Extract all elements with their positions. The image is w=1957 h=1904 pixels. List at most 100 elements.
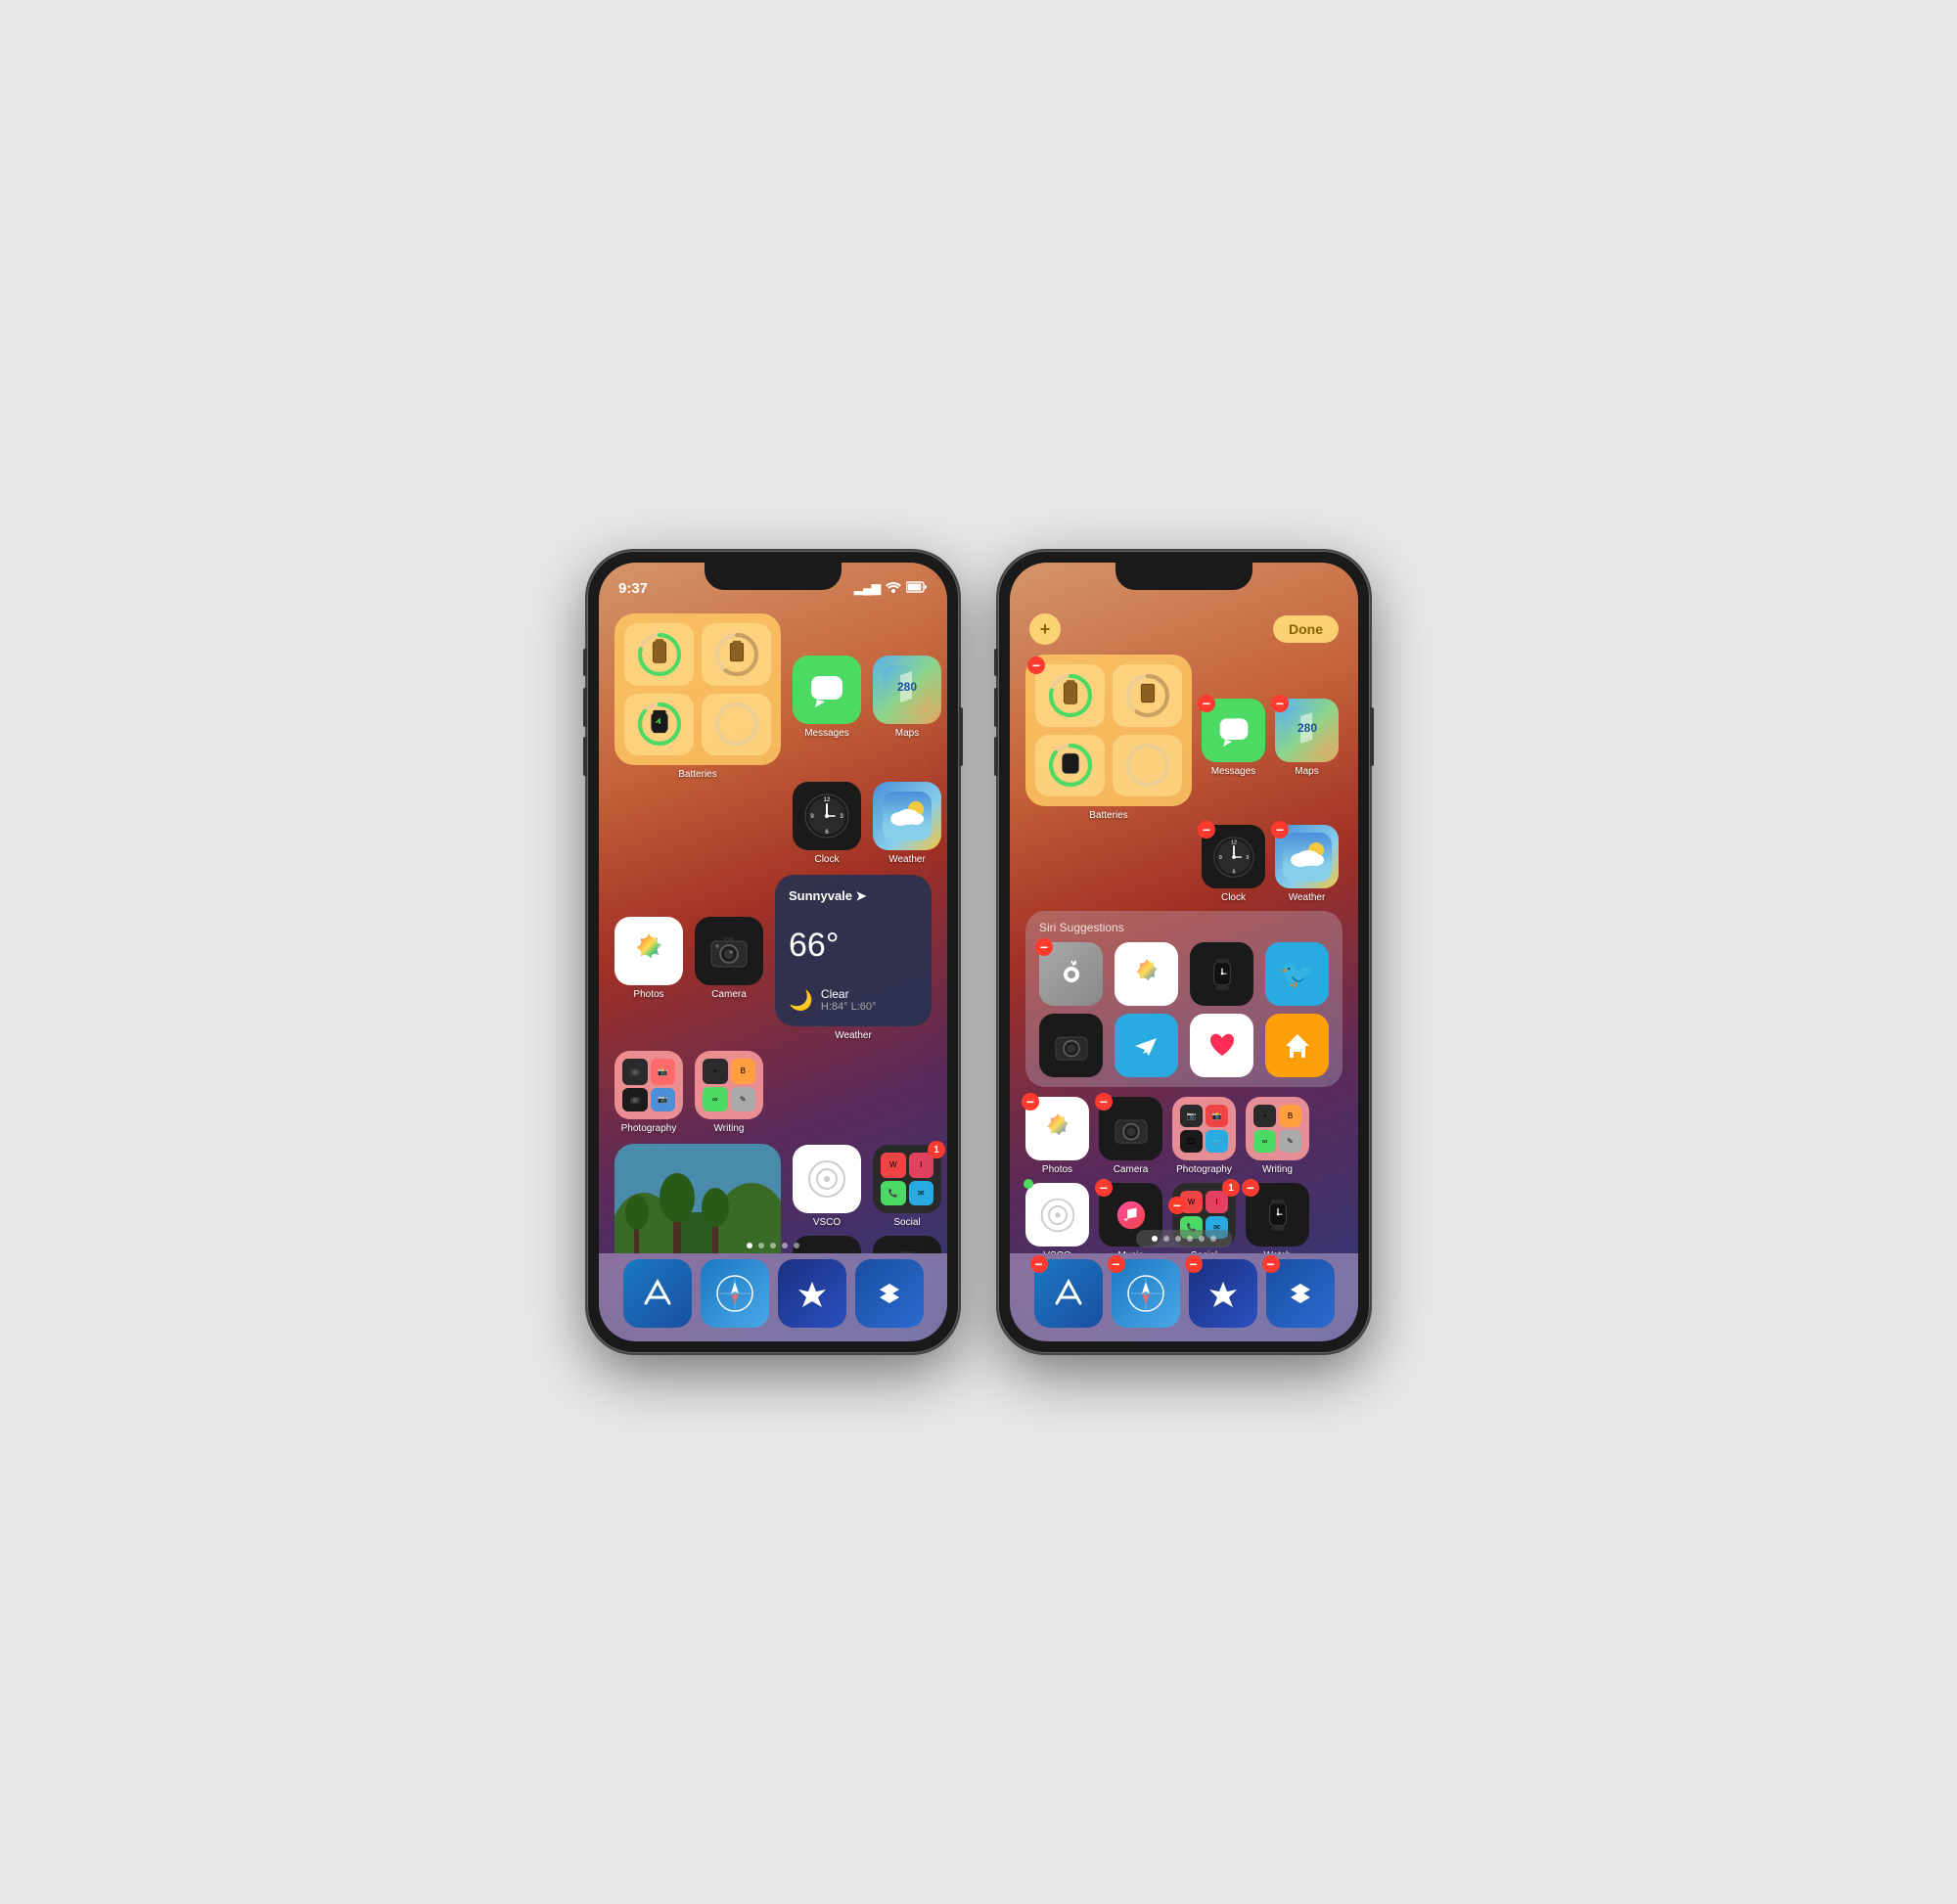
edit-weather-container: −: [1275, 825, 1339, 903]
volume-up-button[interactable]: [583, 688, 587, 727]
edit-writing-4: ✎: [1279, 1130, 1301, 1153]
social-badge: 1: [928, 1141, 945, 1158]
vsco-icon[interactable]: [793, 1145, 861, 1213]
edit-dots-container: [1136, 1230, 1232, 1247]
power-button-edit[interactable]: [1370, 707, 1374, 766]
minus-clock[interactable]: −: [1198, 821, 1215, 839]
row-3: Photos Ca: [614, 875, 932, 1041]
messages-icon[interactable]: [793, 656, 861, 724]
writing-folder[interactable]: ▪ B ∞ ✎: [695, 1051, 763, 1119]
minus-dock-dropbox[interactable]: −: [1262, 1255, 1280, 1273]
writing-label: Writing: [714, 1123, 745, 1134]
photos-app-container: Photos: [614, 917, 683, 1000]
minus-dock-spark[interactable]: −: [1185, 1255, 1203, 1273]
battery-watch: [624, 694, 694, 756]
camera-icon[interactable]: [695, 917, 763, 985]
edit-batteries-label: Batteries: [1025, 810, 1192, 821]
phone-screen-edit: + Done −: [1010, 563, 1358, 1341]
edit-dot-1: [1152, 1236, 1158, 1242]
weather-widget[interactable]: Sunnyvale ➤ 66° 🌙 Clear H:84° L:60°: [775, 875, 932, 1026]
edit-writing-icon[interactable]: ▪ B ∞ ✎: [1246, 1097, 1309, 1160]
edit-dot-3: [1175, 1236, 1181, 1242]
featured-photo-widget[interactable]: Featured Photo: [614, 1144, 781, 1253]
safari-icon[interactable]: [701, 1259, 769, 1328]
minus-dock-appstore[interactable]: −: [1030, 1255, 1048, 1273]
done-button[interactable]: Done: [1273, 615, 1339, 643]
edit-photography-icon[interactable]: 📷 📸 🎞 🐦: [1172, 1097, 1236, 1160]
minus-edit-social[interactable]: −: [1168, 1197, 1186, 1214]
dot-2: [758, 1243, 764, 1248]
dropbox-icon[interactable]: [855, 1259, 924, 1328]
dot-1: [747, 1243, 752, 1248]
messages-label: Messages: [804, 728, 849, 739]
volume-down-button[interactable]: [583, 737, 587, 776]
social-label: Social: [893, 1217, 920, 1228]
svg-text:3: 3: [1246, 854, 1249, 860]
messages-app-container: Messages: [793, 656, 861, 739]
siri-suggestions: Siri Suggestions −: [1025, 911, 1343, 1087]
edit-batteries-widget-container: −: [1025, 655, 1192, 821]
minus-edit-photos[interactable]: −: [1022, 1093, 1039, 1111]
batteries-widget-inner[interactable]: [614, 613, 781, 765]
folder-writing-1: ▪: [703, 1059, 728, 1084]
photography-folder[interactable]: 📸 📷: [614, 1051, 683, 1119]
folder-writing-4: ✎: [731, 1087, 756, 1112]
maps-icon[interactable]: 280: [873, 656, 941, 724]
edit-safari-dock: −: [1112, 1259, 1180, 1328]
weather-widget-container: Sunnyvale ➤ 66° 🌙 Clear H:84° L:60° Weat…: [775, 875, 932, 1041]
siri-apps-row-2: [1039, 1014, 1329, 1077]
weather-app-icon[interactable]: [873, 782, 941, 850]
photos-icon[interactable]: [614, 917, 683, 985]
add-widget-button[interactable]: +: [1029, 613, 1061, 645]
dock: [599, 1253, 947, 1341]
siri-health-icon[interactable]: [1190, 1014, 1253, 1077]
svg-text:9: 9: [1218, 854, 1221, 860]
siri-home-icon[interactable]: [1265, 1014, 1329, 1077]
battery-circle-watch: [635, 700, 684, 748]
minus-messages[interactable]: −: [1198, 695, 1215, 712]
siri-telegram-icon[interactable]: [1115, 1014, 1178, 1077]
siri-apps-row: −: [1039, 942, 1329, 1006]
svg-text:6: 6: [1232, 869, 1235, 875]
edit-batteries-widget[interactable]: [1025, 655, 1192, 806]
minus-edit-camera[interactable]: −: [1095, 1093, 1113, 1111]
edit-writing-3: ∞: [1253, 1130, 1276, 1153]
appstore-dock: [623, 1259, 692, 1328]
edit-dot-2: [1163, 1236, 1169, 1242]
siri-tweetbot-icon[interactable]: 🐦: [1265, 942, 1329, 1006]
siri-photos-icon[interactable]: [1115, 942, 1178, 1006]
row-5: Featured Photo Photos: [614, 1144, 932, 1253]
spark-icon[interactable]: [778, 1259, 846, 1328]
volume-down-button-edit[interactable]: [994, 737, 998, 776]
row-2: 12 3 6 9 Clock: [614, 782, 932, 865]
folder-writing-3: ∞: [703, 1087, 728, 1112]
edit-battery-circle-1: [1046, 671, 1095, 720]
minus-settings[interactable]: −: [1035, 938, 1053, 956]
mute-button-edit[interactable]: [994, 649, 998, 676]
edit-clock-label: Clock: [1221, 892, 1246, 903]
minus-edit-music[interactable]: −: [1095, 1179, 1113, 1197]
notch-edit: [1115, 563, 1252, 590]
minus-weather[interactable]: −: [1271, 821, 1289, 839]
minus-maps[interactable]: −: [1271, 695, 1289, 712]
siri-camera-icon[interactable]: [1039, 1014, 1103, 1077]
batteries-label: Batteries: [614, 769, 781, 780]
power-button[interactable]: [959, 707, 963, 766]
social-icon[interactable]: 1 W I 📞 ✉: [873, 1145, 941, 1213]
minus-batteries[interactable]: −: [1027, 657, 1045, 674]
mute-button[interactable]: [583, 649, 587, 676]
edit-folder-app-1: 📷: [1180, 1105, 1203, 1127]
folder-app-4: 📷: [651, 1088, 676, 1112]
photography-folder-grid: 📸 📷: [614, 1051, 683, 1119]
clock-icon[interactable]: 12 3 6 9: [793, 782, 861, 850]
siri-watchface-icon[interactable]: [1190, 942, 1253, 1006]
social-container: 1 W I 📞 ✉ Social: [873, 1145, 941, 1228]
edit-clock-container: − 12 3 6 9: [1202, 825, 1265, 903]
edit-writing-label: Writing: [1262, 1164, 1293, 1175]
volume-up-button-edit[interactable]: [994, 688, 998, 727]
appstore-icon[interactable]: [623, 1259, 692, 1328]
minus-edit-watch[interactable]: −: [1242, 1179, 1259, 1197]
minus-dock-safari[interactable]: −: [1108, 1255, 1125, 1273]
batteries-widget: Batteries: [614, 613, 781, 780]
writing-folder-grid: ▪ B ∞ ✎: [695, 1051, 763, 1119]
